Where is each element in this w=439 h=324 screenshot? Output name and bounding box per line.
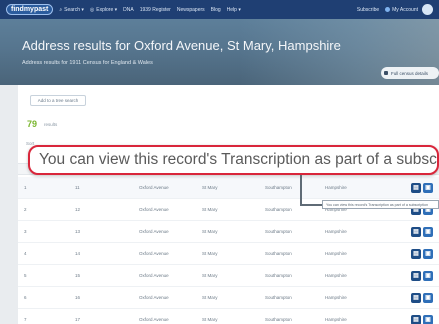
document-icon bbox=[384, 71, 388, 75]
results-count-label: results bbox=[44, 122, 58, 127]
district-cell: Southampton bbox=[265, 185, 292, 190]
number-cell: 11 bbox=[75, 185, 80, 190]
street-cell: Oxford Avenue bbox=[139, 185, 169, 190]
row-actions: ▤ ▣ bbox=[411, 183, 433, 193]
row-actions: ▤ ▣ bbox=[411, 293, 433, 303]
table-row[interactable]: 3 13 Oxford Avenue St Mary Southampton Hampsh… bbox=[18, 221, 439, 243]
table-row[interactable]: 1 11 Oxford Avenue St Mary Southampton Hampsh… bbox=[18, 177, 439, 199]
county-cell: Hampshire bbox=[325, 251, 347, 256]
transcript-icon[interactable]: ▤ bbox=[411, 249, 421, 259]
transcript-icon[interactable]: ▤ bbox=[411, 227, 421, 237]
image-icon[interactable]: ▣ bbox=[423, 227, 433, 237]
street-cell: Oxford Avenue bbox=[139, 317, 169, 322]
page-title: Address results for Oxford Avenue, St Ma… bbox=[22, 38, 341, 53]
image-icon[interactable]: ▣ bbox=[423, 249, 433, 259]
search-icon: ⌕ bbox=[59, 6, 63, 13]
schedule-cell: 3 bbox=[24, 229, 27, 234]
district-cell: Southampton bbox=[265, 207, 292, 212]
number-cell: 17 bbox=[75, 317, 81, 322]
callout-leader-line bbox=[300, 175, 302, 205]
site-logo[interactable]: findmypast bbox=[6, 4, 54, 15]
street-cell: Oxford Avenue bbox=[139, 273, 169, 278]
parish-cell: St Mary bbox=[202, 229, 218, 234]
county-cell: Hampshire bbox=[325, 229, 347, 234]
county-cell: Hampshire bbox=[325, 273, 347, 278]
district-cell: Southampton bbox=[265, 229, 292, 234]
image-icon[interactable]: ▣ bbox=[423, 315, 433, 324]
table-row[interactable]: 4 14 Oxford Avenue St Mary Southampton Hampsh… bbox=[18, 243, 439, 265]
district-cell: Southampton bbox=[265, 251, 292, 256]
street-cell: Oxford Avenue bbox=[139, 229, 169, 234]
top-nav: findmypast ⌕ Search ▾ ◎ Explore ▾ DNA 1939… bbox=[0, 0, 439, 19]
full-details-button[interactable]: Full census details bbox=[381, 67, 439, 79]
row-actions: ▤ ▣ bbox=[411, 271, 433, 281]
transcript-icon[interactable]: ▤ bbox=[411, 293, 421, 303]
image-icon[interactable]: ▣ bbox=[423, 293, 433, 303]
nav-item-explore[interactable]: ◎ Explore ▾ bbox=[90, 7, 117, 13]
schedule-cell: 7 bbox=[24, 317, 27, 322]
row-actions: ▤ ▣ bbox=[411, 315, 433, 324]
schedule-cell: 2 bbox=[24, 207, 27, 212]
user-icon bbox=[385, 7, 391, 12]
number-cell: 12 bbox=[75, 207, 81, 212]
number-cell: 13 bbox=[75, 229, 81, 234]
table-row[interactable]: 6 16 Oxford Avenue St Mary Southampton Hampsh… bbox=[18, 287, 439, 309]
transcript-icon[interactable]: ▤ bbox=[411, 315, 421, 324]
callout-text: You can view this record's Transcription… bbox=[39, 151, 439, 168]
street-cell: Oxford Avenue bbox=[139, 207, 169, 212]
parish-cell: St Mary bbox=[202, 295, 218, 300]
district-cell: Southampton bbox=[265, 273, 292, 278]
schedule-cell: 1 bbox=[24, 185, 27, 190]
subscribe-link[interactable]: Subscribe bbox=[357, 7, 379, 13]
schedule-cell: 4 bbox=[24, 251, 27, 256]
number-cell: 14 bbox=[75, 251, 81, 256]
parish-cell: St Mary bbox=[202, 273, 218, 278]
transcript-icon[interactable]: ▤ bbox=[411, 183, 421, 193]
row-actions: ▤ ▣ bbox=[411, 249, 433, 259]
street-cell: Oxford Avenue bbox=[139, 251, 169, 256]
header-banner: Address results for Oxford Avenue, St Ma… bbox=[0, 19, 439, 85]
table-row[interactable]: 5 15 Oxford Avenue St Mary Southampton Hampsh… bbox=[18, 265, 439, 287]
avatar[interactable] bbox=[422, 4, 433, 15]
number-cell: 15 bbox=[75, 273, 81, 278]
county-cell: Hampshire bbox=[325, 295, 347, 300]
district-cell: Southampton bbox=[265, 295, 292, 300]
image-icon[interactable]: ▣ bbox=[423, 183, 433, 193]
district-cell: Southampton bbox=[265, 317, 292, 322]
parish-cell: St Mary bbox=[202, 185, 218, 190]
transcription-tooltip: You can view this record's Transcription… bbox=[322, 200, 439, 209]
schedule-cell: 6 bbox=[24, 295, 27, 300]
nav-item-newspapers[interactable]: Newspapers bbox=[177, 7, 205, 13]
row-actions: ▤ ▣ bbox=[411, 227, 433, 237]
nav-item-blog[interactable]: Blog bbox=[211, 7, 221, 13]
parish-cell: St Mary bbox=[202, 317, 218, 322]
street-cell: Oxford Avenue bbox=[139, 295, 169, 300]
table-row[interactable]: 7 17 Oxford Avenue St Mary Southampton Hampsh… bbox=[18, 309, 439, 324]
image-icon[interactable]: ▣ bbox=[423, 271, 433, 281]
nav-item-1939[interactable]: 1939 Register bbox=[140, 7, 171, 13]
nav-item-search[interactable]: ⌕ Search ▾ bbox=[59, 7, 84, 13]
parish-cell: St Mary bbox=[202, 251, 218, 256]
nav-item-dna[interactable]: DNA bbox=[123, 7, 134, 13]
add-to-tree-button[interactable]: Add to a tree search bbox=[30, 95, 86, 106]
callout-leader-line-horizontal bbox=[300, 204, 322, 206]
schedule-cell: 5 bbox=[24, 273, 27, 278]
transcript-icon[interactable]: ▤ bbox=[411, 271, 421, 281]
page-subtitle: Address results for 1911 Census for Engl… bbox=[22, 60, 153, 66]
account-link[interactable]: My Account bbox=[385, 7, 418, 13]
county-cell: Hampshire bbox=[325, 317, 347, 322]
results-count: 79 bbox=[27, 119, 38, 129]
parish-cell: St Mary bbox=[202, 207, 218, 212]
subscription-callout: You can view this record's Transcription… bbox=[28, 145, 439, 175]
explore-icon: ◎ bbox=[89, 6, 95, 13]
number-cell: 16 bbox=[75, 295, 81, 300]
county-cell: Hampshire bbox=[325, 185, 347, 190]
nav-item-help[interactable]: Help ▾ bbox=[227, 7, 241, 13]
